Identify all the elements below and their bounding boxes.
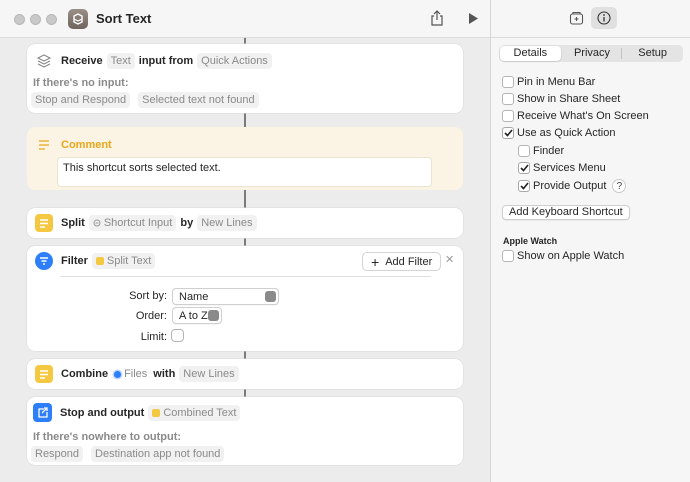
- split-text-icon: [95, 257, 104, 265]
- order-label: Order:: [135, 310, 167, 322]
- share-icon[interactable]: [430, 10, 444, 29]
- chevron-updown-icon: [208, 310, 219, 321]
- services-menu-checkbox[interactable]: [518, 162, 530, 174]
- stop-input-token[interactable]: Combined Text: [148, 404, 241, 421]
- option-show-on-apple-watch[interactable]: Show on Apple Watch: [502, 250, 624, 262]
- chevron-updown-icon: [265, 291, 276, 302]
- info-icon[interactable]: [591, 7, 617, 29]
- zoom-window-button[interactable]: [46, 14, 57, 25]
- share-sheet-checkbox[interactable]: [502, 93, 514, 105]
- split-by-label: by: [180, 217, 194, 229]
- option-pin-in-menu-bar[interactable]: Pin in Menu Bar: [502, 76, 595, 88]
- split-action[interactable]: Split Shortcut Input by New Lines: [27, 208, 463, 238]
- split-separator-token[interactable]: New Lines: [197, 215, 257, 231]
- combine-label: Combine: [61, 368, 109, 380]
- checkmark-icon: [519, 164, 529, 172]
- shortcut-icon[interactable]: [68, 9, 88, 29]
- stop-and-output-action[interactable]: Stop and output Combined Text If there's…: [27, 397, 463, 465]
- window-title: Sort Text: [96, 11, 152, 26]
- close-window-button[interactable]: [14, 14, 25, 25]
- editor-canvas: Receive Text input from Quick Actions If…: [0, 38, 490, 482]
- text-lines-icon: [35, 365, 53, 383]
- no-input-result-token[interactable]: Selected text not found: [138, 92, 259, 108]
- filter-action[interactable]: Filter Split Text + Add Filter ✕ Sort by…: [27, 246, 463, 351]
- limit-label: Limit:: [140, 331, 167, 343]
- checkmark-icon: [519, 182, 529, 190]
- source-token[interactable]: Quick Actions: [197, 53, 272, 69]
- receive-action[interactable]: Receive Text input from Quick Actions If…: [27, 44, 463, 113]
- text-lines-icon: [35, 214, 53, 232]
- input-from-label: input from: [138, 55, 194, 67]
- files-icon: [114, 370, 122, 378]
- checkmark-icon: [503, 129, 513, 137]
- no-input-label: If there's no input:: [33, 77, 129, 89]
- split-label: Split: [61, 217, 85, 229]
- option-provide-output[interactable]: Provide Output ?: [518, 179, 627, 193]
- help-button[interactable]: ?: [612, 179, 627, 193]
- combine-input-token[interactable]: Files: [112, 366, 149, 382]
- finder-checkbox[interactable]: [518, 145, 530, 157]
- filter-input-token[interactable]: Split Text: [91, 253, 156, 269]
- apple-watch-checkbox[interactable]: [502, 250, 514, 262]
- add-filter-button[interactable]: + Add Filter: [362, 252, 442, 271]
- tab-details[interactable]: Details: [500, 46, 561, 61]
- plus-icon: +: [371, 253, 380, 270]
- split-input-token[interactable]: Shortcut Input: [88, 215, 177, 231]
- option-services-menu[interactable]: Services Menu: [518, 162, 606, 174]
- comment-label: Comment: [61, 139, 112, 151]
- add-keyboard-shortcut-button[interactable]: Add Keyboard Shortcut: [502, 205, 630, 220]
- comment-text-field[interactable]: This shortcut sorts selected text.: [57, 157, 432, 187]
- receive-on-screen-checkbox[interactable]: [502, 110, 514, 122]
- close-icon[interactable]: ✕: [445, 253, 454, 266]
- comment-lines-icon: [35, 136, 53, 154]
- shortcut-input-icon: [93, 219, 101, 227]
- sort-by-popup[interactable]: Name: [172, 288, 279, 305]
- no-input-action-token[interactable]: Stop and Respond: [31, 92, 131, 108]
- nowhere-action-token[interactable]: Respond: [31, 446, 84, 462]
- option-use-as-quick-action[interactable]: Use as Quick Action: [502, 127, 615, 139]
- option-show-in-share-sheet[interactable]: Show in Share Sheet: [502, 93, 620, 105]
- filter-label: Filter: [61, 255, 88, 267]
- apple-watch-heading: Apple Watch: [503, 236, 558, 246]
- minimize-window-button[interactable]: [30, 14, 41, 25]
- input-type-token[interactable]: Text: [106, 53, 135, 69]
- option-receive-on-screen[interactable]: Receive What's On Screen: [502, 110, 649, 122]
- action-library-icon[interactable]: [569, 11, 584, 29]
- provide-output-checkbox[interactable]: [518, 180, 530, 192]
- layers-icon: [35, 52, 53, 70]
- combine-action[interactable]: Combine Files with New Lines: [27, 359, 463, 389]
- combined-text-icon: [152, 408, 161, 417]
- output-icon: [33, 403, 52, 422]
- combine-separator-token[interactable]: New Lines: [179, 366, 239, 382]
- receive-label: Receive: [61, 55, 103, 67]
- stop-label: Stop and output: [60, 406, 145, 419]
- nowhere-label: If there's nowhere to output:: [33, 431, 182, 443]
- option-finder[interactable]: Finder: [518, 145, 564, 157]
- sort-by-label: Sort by:: [129, 290, 167, 302]
- order-popup[interactable]: A to Z: [172, 307, 222, 324]
- limit-checkbox[interactable]: [171, 329, 184, 342]
- details-tabs: Details Privacy Setup: [499, 45, 683, 62]
- tab-setup[interactable]: Setup: [622, 45, 683, 62]
- titlebar: Sort Text: [0, 0, 490, 38]
- play-icon[interactable]: [467, 12, 479, 28]
- tab-privacy[interactable]: Privacy: [562, 45, 623, 62]
- nowhere-result-token[interactable]: Destination app not found: [91, 446, 225, 462]
- combine-with-label: with: [153, 368, 176, 380]
- filter-icon: [35, 252, 53, 270]
- comment-action[interactable]: Comment This shortcut sorts selected tex…: [27, 127, 463, 190]
- details-sidebar: Details Privacy Setup Pin in Menu Bar Sh…: [490, 0, 690, 482]
- quick-action-checkbox[interactable]: [502, 127, 514, 139]
- pin-menu-bar-checkbox[interactable]: [502, 76, 514, 88]
